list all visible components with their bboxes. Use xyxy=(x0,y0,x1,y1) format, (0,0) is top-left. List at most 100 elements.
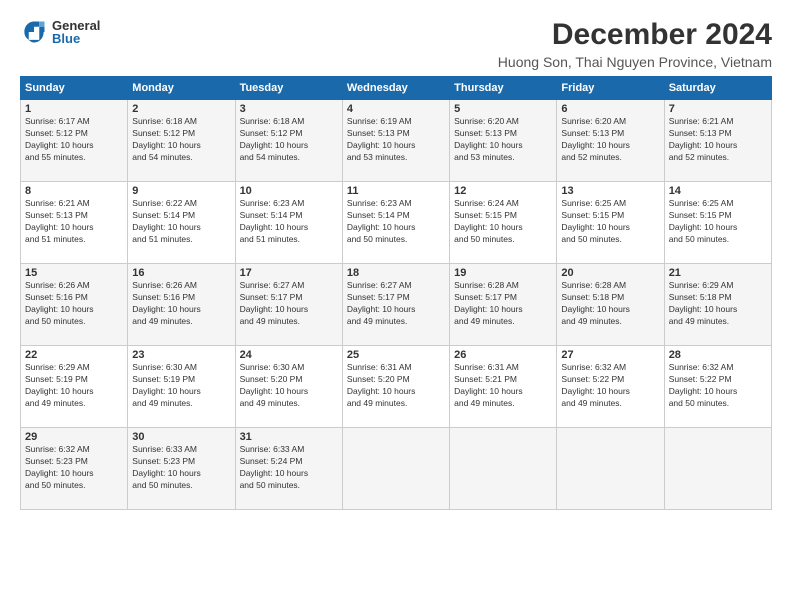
day-info: Sunrise: 6:20 AMSunset: 5:13 PMDaylight:… xyxy=(561,116,630,162)
table-row: 20Sunrise: 6:28 AMSunset: 5:18 PMDayligh… xyxy=(557,264,664,346)
header-row: Sunday Monday Tuesday Wednesday Thursday… xyxy=(21,77,772,100)
table-row: 5Sunrise: 6:20 AMSunset: 5:13 PMDaylight… xyxy=(450,100,557,182)
day-info: Sunrise: 6:27 AMSunset: 5:17 PMDaylight:… xyxy=(347,280,416,326)
day-info: Sunrise: 6:17 AMSunset: 5:12 PMDaylight:… xyxy=(25,116,94,162)
table-row: 18Sunrise: 6:27 AMSunset: 5:17 PMDayligh… xyxy=(342,264,449,346)
day-info: Sunrise: 6:25 AMSunset: 5:15 PMDaylight:… xyxy=(669,198,738,244)
day-number: 31 xyxy=(240,431,338,443)
logo-icon xyxy=(20,18,48,46)
title-area: December 2024 Huong Son, Thai Nguyen Pro… xyxy=(498,18,772,70)
day-number: 2 xyxy=(132,103,230,115)
main-title: December 2024 xyxy=(498,18,772,52)
day-info: Sunrise: 6:28 AMSunset: 5:17 PMDaylight:… xyxy=(454,280,523,326)
day-number: 10 xyxy=(240,185,338,197)
day-number: 23 xyxy=(132,349,230,361)
week-row: 22Sunrise: 6:29 AMSunset: 5:19 PMDayligh… xyxy=(21,346,772,428)
day-number: 1 xyxy=(25,103,123,115)
table-row: 2Sunrise: 6:18 AMSunset: 5:12 PMDaylight… xyxy=(128,100,235,182)
calendar-table: Sunday Monday Tuesday Wednesday Thursday… xyxy=(20,76,772,510)
table-row: 30Sunrise: 6:33 AMSunset: 5:23 PMDayligh… xyxy=(128,428,235,510)
header: General Blue December 2024 Huong Son, Th… xyxy=(20,18,772,70)
col-sunday: Sunday xyxy=(21,77,128,100)
day-number: 24 xyxy=(240,349,338,361)
table-row: 14Sunrise: 6:25 AMSunset: 5:15 PMDayligh… xyxy=(664,182,771,264)
table-row: 7Sunrise: 6:21 AMSunset: 5:13 PMDaylight… xyxy=(664,100,771,182)
day-number: 6 xyxy=(561,103,659,115)
calendar-page: General Blue December 2024 Huong Son, Th… xyxy=(0,0,792,612)
table-row: 23Sunrise: 6:30 AMSunset: 5:19 PMDayligh… xyxy=(128,346,235,428)
table-row xyxy=(342,428,449,510)
table-row: 27Sunrise: 6:32 AMSunset: 5:22 PMDayligh… xyxy=(557,346,664,428)
day-info: Sunrise: 6:33 AMSunset: 5:23 PMDaylight:… xyxy=(132,444,201,490)
subtitle: Huong Son, Thai Nguyen Province, Vietnam xyxy=(498,54,772,70)
day-info: Sunrise: 6:29 AMSunset: 5:18 PMDaylight:… xyxy=(669,280,738,326)
day-info: Sunrise: 6:29 AMSunset: 5:19 PMDaylight:… xyxy=(25,362,94,408)
day-info: Sunrise: 6:32 AMSunset: 5:23 PMDaylight:… xyxy=(25,444,94,490)
day-number: 21 xyxy=(669,267,767,279)
day-number: 27 xyxy=(561,349,659,361)
day-number: 26 xyxy=(454,349,552,361)
day-number: 29 xyxy=(25,431,123,443)
day-number: 7 xyxy=(669,103,767,115)
week-row: 29Sunrise: 6:32 AMSunset: 5:23 PMDayligh… xyxy=(21,428,772,510)
table-row: 8Sunrise: 6:21 AMSunset: 5:13 PMDaylight… xyxy=(21,182,128,264)
table-row: 25Sunrise: 6:31 AMSunset: 5:20 PMDayligh… xyxy=(342,346,449,428)
week-row: 1Sunrise: 6:17 AMSunset: 5:12 PMDaylight… xyxy=(21,100,772,182)
day-info: Sunrise: 6:21 AMSunset: 5:13 PMDaylight:… xyxy=(669,116,738,162)
table-row xyxy=(557,428,664,510)
day-number: 28 xyxy=(669,349,767,361)
week-row: 15Sunrise: 6:26 AMSunset: 5:16 PMDayligh… xyxy=(21,264,772,346)
table-row: 11Sunrise: 6:23 AMSunset: 5:14 PMDayligh… xyxy=(342,182,449,264)
day-number: 5 xyxy=(454,103,552,115)
day-number: 17 xyxy=(240,267,338,279)
table-row: 12Sunrise: 6:24 AMSunset: 5:15 PMDayligh… xyxy=(450,182,557,264)
day-number: 11 xyxy=(347,185,445,197)
day-number: 12 xyxy=(454,185,552,197)
day-info: Sunrise: 6:23 AMSunset: 5:14 PMDaylight:… xyxy=(347,198,416,244)
table-row: 13Sunrise: 6:25 AMSunset: 5:15 PMDayligh… xyxy=(557,182,664,264)
day-number: 14 xyxy=(669,185,767,197)
day-number: 20 xyxy=(561,267,659,279)
day-info: Sunrise: 6:25 AMSunset: 5:15 PMDaylight:… xyxy=(561,198,630,244)
day-info: Sunrise: 6:21 AMSunset: 5:13 PMDaylight:… xyxy=(25,198,94,244)
table-row: 26Sunrise: 6:31 AMSunset: 5:21 PMDayligh… xyxy=(450,346,557,428)
day-info: Sunrise: 6:26 AMSunset: 5:16 PMDaylight:… xyxy=(132,280,201,326)
table-row: 24Sunrise: 6:30 AMSunset: 5:20 PMDayligh… xyxy=(235,346,342,428)
table-row: 4Sunrise: 6:19 AMSunset: 5:13 PMDaylight… xyxy=(342,100,449,182)
table-row: 22Sunrise: 6:29 AMSunset: 5:19 PMDayligh… xyxy=(21,346,128,428)
day-number: 16 xyxy=(132,267,230,279)
table-row: 31Sunrise: 6:33 AMSunset: 5:24 PMDayligh… xyxy=(235,428,342,510)
day-info: Sunrise: 6:32 AMSunset: 5:22 PMDaylight:… xyxy=(669,362,738,408)
day-info: Sunrise: 6:26 AMSunset: 5:16 PMDaylight:… xyxy=(25,280,94,326)
day-number: 30 xyxy=(132,431,230,443)
table-row: 15Sunrise: 6:26 AMSunset: 5:16 PMDayligh… xyxy=(21,264,128,346)
day-number: 3 xyxy=(240,103,338,115)
col-tuesday: Tuesday xyxy=(235,77,342,100)
day-number: 8 xyxy=(25,185,123,197)
logo-text: General Blue xyxy=(52,19,100,45)
day-number: 4 xyxy=(347,103,445,115)
day-info: Sunrise: 6:18 AMSunset: 5:12 PMDaylight:… xyxy=(240,116,309,162)
table-row: 1Sunrise: 6:17 AMSunset: 5:12 PMDaylight… xyxy=(21,100,128,182)
table-row: 16Sunrise: 6:26 AMSunset: 5:16 PMDayligh… xyxy=(128,264,235,346)
day-number: 18 xyxy=(347,267,445,279)
table-row: 29Sunrise: 6:32 AMSunset: 5:23 PMDayligh… xyxy=(21,428,128,510)
day-info: Sunrise: 6:30 AMSunset: 5:20 PMDaylight:… xyxy=(240,362,309,408)
day-number: 19 xyxy=(454,267,552,279)
col-thursday: Thursday xyxy=(450,77,557,100)
day-number: 25 xyxy=(347,349,445,361)
day-info: Sunrise: 6:27 AMSunset: 5:17 PMDaylight:… xyxy=(240,280,309,326)
col-friday: Friday xyxy=(557,77,664,100)
day-info: Sunrise: 6:24 AMSunset: 5:15 PMDaylight:… xyxy=(454,198,523,244)
day-info: Sunrise: 6:28 AMSunset: 5:18 PMDaylight:… xyxy=(561,280,630,326)
day-number: 9 xyxy=(132,185,230,197)
day-info: Sunrise: 6:18 AMSunset: 5:12 PMDaylight:… xyxy=(132,116,201,162)
day-number: 15 xyxy=(25,267,123,279)
week-row: 8Sunrise: 6:21 AMSunset: 5:13 PMDaylight… xyxy=(21,182,772,264)
day-info: Sunrise: 6:31 AMSunset: 5:21 PMDaylight:… xyxy=(454,362,523,408)
table-row: 17Sunrise: 6:27 AMSunset: 5:17 PMDayligh… xyxy=(235,264,342,346)
day-info: Sunrise: 6:19 AMSunset: 5:13 PMDaylight:… xyxy=(347,116,416,162)
logo: General Blue xyxy=(20,18,100,46)
day-info: Sunrise: 6:33 AMSunset: 5:24 PMDaylight:… xyxy=(240,444,309,490)
table-row: 3Sunrise: 6:18 AMSunset: 5:12 PMDaylight… xyxy=(235,100,342,182)
